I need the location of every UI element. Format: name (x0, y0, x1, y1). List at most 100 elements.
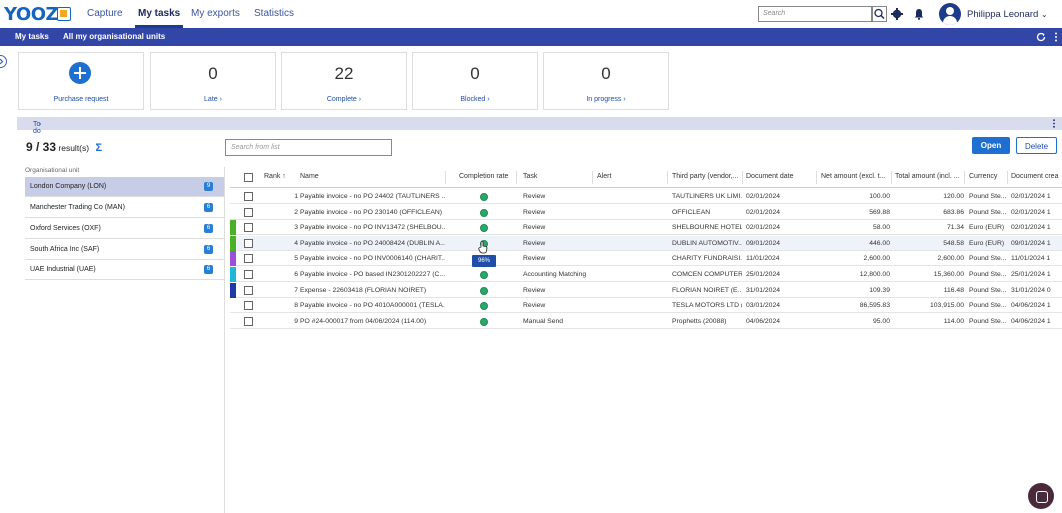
cell-task: Accounting Matching (523, 271, 587, 278)
cell-third-party: CHARITY FUNDRAISI... (672, 255, 742, 263)
tab-capture[interactable]: Capture (87, 8, 123, 19)
table-row[interactable]: 3 Payable invoice - no PO INV13472 (SHELB… (230, 220, 1062, 236)
row-checkbox[interactable] (244, 192, 253, 201)
column-header-currency[interactable]: Currency (969, 173, 997, 180)
card-value: 22 (334, 64, 354, 83)
cell-third-party: FLORIAN NOIRET (E... (672, 286, 742, 294)
table-row[interactable]: 6 Payable invoice - PO based IN2301202227… (230, 267, 1062, 282)
row-checkbox[interactable] (244, 238, 253, 248)
delete-button[interactable]: Delete (1016, 137, 1057, 154)
avatar[interactable] (939, 3, 961, 25)
row-checkbox[interactable] (244, 207, 253, 217)
sub-nav-bar: My tasks All my organisational units (0, 28, 1062, 46)
card-late[interactable]: 0 Late › (150, 52, 276, 110)
column-separator (964, 171, 965, 184)
row-checkbox[interactable] (244, 254, 253, 264)
column-header-net-amount[interactable]: Net amount (excl. t... (821, 173, 886, 180)
card-purchase-request[interactable]: Purchase request (18, 52, 144, 110)
cell-third-party: COMCEN COMPUTER... (672, 271, 742, 278)
todo-bar[interactable]: To do › (17, 117, 1062, 135)
tab-statistics[interactable]: Statistics (254, 8, 294, 19)
completion-rate-icon[interactable] (480, 224, 488, 233)
results-count: 9 / 33 result(s) Σ (26, 140, 102, 154)
column-header-rank[interactable]: Rank ↑ (264, 173, 286, 180)
column-header-document-date[interactable]: Document date (746, 173, 793, 180)
cell-document-date: 03/01/2024 (746, 302, 781, 310)
card-label: Complete (326, 96, 357, 103)
more-vertical-icon[interactable] (1054, 32, 1058, 42)
column-header-total-amount[interactable]: Total amount (incl. ... (895, 173, 960, 180)
table-row[interactable]: 5 Payable invoice - no PO INV0006140 (CHA… (230, 251, 1062, 267)
cell-name: PO #24-000017 from 04/06/2024 (114.00) (300, 317, 427, 325)
cell-document-created: 09/01/2024 1 (1011, 239, 1051, 247)
table-row[interactable]: 8 Payable invoice - no PO 4010A000001 (TE… (230, 298, 1062, 314)
sum-icon[interactable]: Σ (95, 142, 102, 154)
row-checkbox[interactable] (244, 316, 253, 326)
cell-name: Payable invoice - PO based IN2301202227 … (300, 271, 445, 278)
card-value: 0 (208, 64, 218, 83)
cell-total-amount: 116.48 (943, 286, 964, 294)
refresh-icon[interactable] (1036, 32, 1046, 42)
row-checkbox[interactable] (244, 301, 253, 311)
row-checkbox[interactable] (244, 285, 253, 295)
open-button[interactable]: Open (972, 137, 1010, 154)
table-row[interactable]: 7 Expense - 22603418 (FLORIAN NOIRET) Revi… (230, 282, 1062, 298)
column-header-alert[interactable]: Alert (597, 173, 611, 180)
sidebar-toggle[interactable] (0, 55, 7, 68)
cell-rank: 6 (294, 271, 298, 278)
column-header-third-party[interactable]: Third party (vendor,... (672, 173, 739, 180)
more-vertical-icon[interactable] (1052, 119, 1056, 128)
search-button[interactable] (872, 6, 887, 22)
cell-net-amount: 95.00 (872, 317, 890, 325)
column-header-completion[interactable]: Completion rate (459, 173, 508, 180)
completion-rate-icon[interactable] (480, 317, 488, 326)
list-filter-input[interactable]: Search from list (225, 139, 392, 156)
org-item-uae[interactable]: UAE Industrial (UAE) 6 (25, 260, 224, 280)
column-header-name[interactable]: Name (300, 173, 319, 180)
cell-document-date: 02/01/2024 (746, 208, 781, 216)
plus-circle-icon (69, 62, 91, 84)
app-logo[interactable]: YOOZ (4, 4, 59, 25)
cell-document-created: 04/06/2024 1 (1011, 302, 1051, 310)
column-header-task[interactable]: Task (523, 173, 537, 180)
row-checkbox[interactable] (244, 270, 253, 279)
user-menu[interactable]: Philippa Leonard ⌄ (967, 9, 1048, 20)
cell-total-amount: 71.34 (946, 224, 964, 232)
card-in-progress[interactable]: 0 In progress › (543, 52, 669, 110)
tab-my-tasks[interactable]: My tasks (134, 8, 184, 28)
completion-rate-icon[interactable] (480, 286, 488, 295)
column-separator (742, 171, 743, 184)
completion-rate-icon[interactable] (480, 193, 488, 201)
org-item-saf[interactable]: South Africa Inc (SAF) 6 (25, 240, 224, 260)
cell-document-created: 02/01/2024 1 (1011, 224, 1051, 232)
org-item-oxf[interactable]: Oxford Services (OXF) 6 (25, 219, 224, 239)
column-header-document-created[interactable]: Document crea (1011, 173, 1058, 180)
select-all-checkbox[interactable] (244, 173, 253, 182)
user-name: Philippa Leonard (967, 9, 1039, 20)
completion-rate-icon[interactable] (480, 208, 488, 217)
table-row[interactable]: 9 PO #24-000017 from 04/06/2024 (114.00) M… (230, 314, 1062, 329)
gear-icon[interactable] (891, 8, 903, 20)
subnav-my-tasks[interactable]: My tasks (15, 32, 49, 41)
cell-currency: Euro (EUR) (969, 239, 1005, 247)
table-row[interactable]: 4 Payable invoice - no PO 24008424 (DUBLI… (230, 235, 1062, 251)
card-complete[interactable]: 22 Complete › (281, 52, 407, 110)
completion-rate-icon[interactable] (480, 302, 488, 311)
tab-my-exports[interactable]: My exports (191, 8, 240, 19)
card-blocked[interactable]: 0 Blocked › (412, 52, 538, 110)
table-row[interactable]: 2 Payable invoice - no PO 230140 (OFFICLE… (230, 205, 1062, 220)
search-input[interactable]: Search (758, 6, 872, 22)
subnav-all-units[interactable]: All my organisational units (63, 32, 165, 41)
org-item-lon[interactable]: London Company (LON) 9 (25, 177, 224, 197)
table-row[interactable]: 1 Payable invoice - no PO 24402 (TAUTLINE… (230, 189, 1062, 204)
completion-rate-icon[interactable] (480, 271, 488, 279)
chat-button[interactable] (1028, 483, 1054, 509)
count-badge: 6 (204, 265, 213, 274)
cell-currency: Pound Ste... (969, 271, 1007, 278)
row-checkbox[interactable] (244, 223, 253, 233)
column-separator (1007, 171, 1008, 184)
cell-task: Review (523, 302, 546, 310)
cell-third-party: SHELBOURNE HOTEL... (672, 224, 742, 232)
bell-icon[interactable] (914, 8, 924, 20)
org-item-man[interactable]: Manchester Trading Co (MAN) 6 (25, 198, 224, 218)
